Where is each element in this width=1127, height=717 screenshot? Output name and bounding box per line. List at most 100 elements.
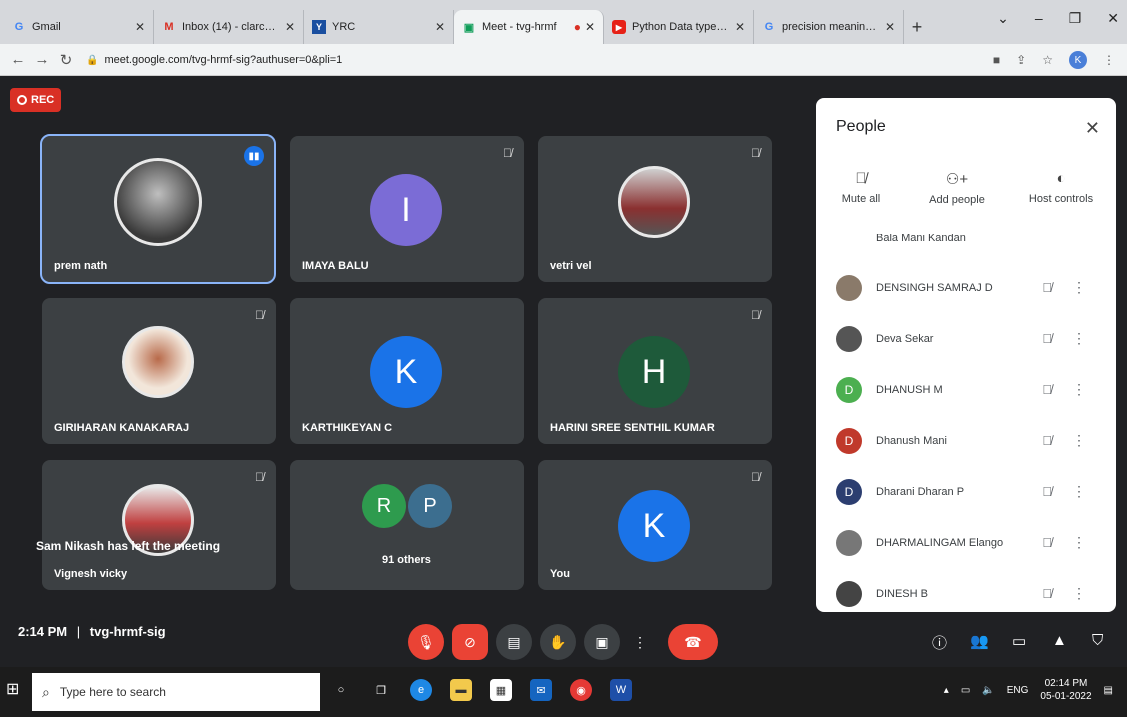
people-button[interactable]: 👥 xyxy=(970,632,989,650)
more-vert-icon[interactable]: ⋮ xyxy=(1072,483,1086,500)
store-icon[interactable]: ▦ xyxy=(490,679,512,701)
partial-list-item[interactable]: Bala Mani Kandan xyxy=(836,234,1096,246)
menu-kebab-icon[interactable]: ⋮ xyxy=(1103,53,1115,67)
restore-button[interactable]: ❐ xyxy=(1069,10,1082,27)
clock[interactable]: 02:14 PM 05-01-2022 xyxy=(1040,677,1091,703)
list-item[interactable]: Deva Sekar 🎙̸ ⋮ xyxy=(816,313,1116,364)
task-view-icon[interactable]: ❐ xyxy=(370,679,392,701)
word-icon[interactable]: W xyxy=(610,679,632,701)
tab-yrc[interactable]: Y YRC ✕ xyxy=(304,10,454,44)
language-indicator[interactable]: ENG xyxy=(1007,685,1029,696)
list-item[interactable]: D DHANUSH M 🎙̸ ⋮ xyxy=(816,364,1116,415)
participant-avatar: H xyxy=(618,336,690,408)
more-vert-icon[interactable]: ⋮ xyxy=(1072,279,1086,296)
host-controls-button[interactable]: ⛉ xyxy=(1092,632,1103,649)
more-vert-icon: ⋮ xyxy=(633,633,647,650)
cortana-icon[interactable]: ○ xyxy=(330,679,352,701)
participant-tile[interactable]: K KARTHIKEYAN C xyxy=(290,298,524,444)
participant-tile[interactable]: I 🎙̸ IMAYA BALU xyxy=(290,136,524,282)
mic-toggle-button[interactable]: 🎙 xyxy=(408,624,444,660)
close-panel-button[interactable]: ✕ xyxy=(1085,118,1100,139)
list-item[interactable]: DINESH B 🎙̸ ⋮ xyxy=(816,568,1116,612)
forward-button[interactable]: → xyxy=(30,51,54,68)
notification-icon[interactable]: ▤ xyxy=(1104,685,1113,696)
camera-toggle-button[interactable]: ⊘ xyxy=(452,624,488,660)
participant-tile[interactable]: ▮▮ prem nath xyxy=(40,134,276,284)
chrome-icon[interactable]: ◉ xyxy=(570,679,592,701)
participant-tile[interactable]: 🎙̸ GIRIHARAN KANAKARAJ xyxy=(42,298,276,444)
participant-avatar: K xyxy=(370,336,442,408)
more-vert-icon[interactable]: ⋮ xyxy=(1072,585,1086,602)
mic-off-icon: 🎙̸ xyxy=(751,470,760,484)
hand-icon: ✋ xyxy=(549,633,567,650)
profile-avatar[interactable]: K xyxy=(1069,51,1087,69)
people-icon: 👥 xyxy=(970,633,989,650)
tab-meet[interactable]: ▣ Meet - tvg-hrmf ● ✕ xyxy=(454,10,604,44)
network-icon[interactable]: ▭ xyxy=(961,685,970,696)
windows-start-icon[interactable]: ⊞ xyxy=(6,679,19,699)
close-tab-icon[interactable]: ✕ xyxy=(735,20,745,34)
tab-precision[interactable]: G precision meaning in ✕ xyxy=(754,10,904,44)
more-vert-icon[interactable]: ⋮ xyxy=(1072,381,1086,398)
new-tab-button[interactable]: + xyxy=(904,10,930,44)
meeting-details-button[interactable]: ⓘ xyxy=(932,632,947,653)
edge-icon[interactable]: e xyxy=(410,679,432,701)
list-item[interactable]: D Dharani Dharan P 🎙̸ ⋮ xyxy=(816,466,1116,517)
list-item[interactable]: D Dhanush Mani 🎙̸ ⋮ xyxy=(816,415,1116,466)
captions-button[interactable]: ▤ xyxy=(496,624,532,660)
participant-tile[interactable]: H 🎙̸ HARINI SREE SENTHIL KUMAR xyxy=(538,298,772,444)
present-button[interactable]: ▣ xyxy=(584,624,620,660)
more-vert-icon[interactable]: ⋮ xyxy=(1072,534,1086,551)
mic-off-icon: 🎙̸ xyxy=(1042,331,1052,346)
window-controls: ⌄ – ❐ ✕ xyxy=(997,10,1119,27)
mic-off-icon: 🎙̸ xyxy=(255,308,264,322)
tab-inbox[interactable]: M Inbox (14) - clarchilk ✕ xyxy=(154,10,304,44)
mic-off-icon: 🎙̸ xyxy=(1042,382,1052,397)
clock-date: 05-01-2022 xyxy=(1040,691,1092,702)
raise-hand-button[interactable]: ✋ xyxy=(540,624,576,660)
host-controls-button[interactable]: ◐ Host controls xyxy=(1016,170,1106,205)
bookmark-star-icon[interactable]: ☆ xyxy=(1042,53,1053,67)
close-window-button[interactable]: ✕ xyxy=(1107,10,1119,27)
close-tab-icon[interactable]: ✕ xyxy=(885,20,895,34)
mic-off-icon: 🎙̸ xyxy=(751,146,760,160)
minimize-button[interactable]: – xyxy=(1035,10,1043,27)
more-vert-icon[interactable]: ⋮ xyxy=(1072,432,1086,449)
mute-all-button[interactable]: 🎙̸ Mute all xyxy=(816,170,906,205)
volume-icon[interactable]: 🔈 xyxy=(982,685,994,696)
more-vert-icon[interactable]: ⋮ xyxy=(1072,330,1086,347)
info-icon: ⓘ xyxy=(932,635,948,652)
self-tile[interactable]: K 🎙̸ You xyxy=(538,460,772,590)
back-button[interactable]: ← xyxy=(6,51,30,68)
file-explorer-icon[interactable]: ▬ xyxy=(450,679,472,701)
reload-button[interactable]: ↻ xyxy=(54,51,78,69)
yrc-icon: Y xyxy=(312,20,326,34)
close-tab-icon[interactable]: ✕ xyxy=(435,20,445,34)
leave-call-button[interactable]: ☎ xyxy=(668,624,718,660)
tab-search-icon[interactable]: ⌄ xyxy=(997,10,1009,27)
list-item[interactable]: DENSINGH SAMRAJ D 🎙̸ ⋮ xyxy=(816,262,1116,313)
tab-gmail[interactable]: G Gmail ✕ xyxy=(4,10,154,44)
url-field[interactable]: 🔒 meet.google.com/tvg-hrmf-sig?authuser=0… xyxy=(86,54,342,66)
tray-arrow-icon[interactable]: ▴ xyxy=(944,685,949,696)
close-tab-icon[interactable]: ✕ xyxy=(585,20,595,34)
participant-tile[interactable]: R P 91 others xyxy=(290,460,524,590)
close-tab-icon[interactable]: ✕ xyxy=(135,20,145,34)
mic-off-icon: 🎙̸ xyxy=(751,308,760,322)
list-item[interactable]: DHARMALINGAM Elango 🎙̸ ⋮ xyxy=(816,517,1116,568)
activities-button[interactable]: ▲ xyxy=(1052,632,1067,649)
camera-icon[interactable]: ■ xyxy=(993,53,1000,67)
participant-tile[interactable]: 🎙̸ Vignesh vicky xyxy=(42,460,276,590)
present-icon: ▣ xyxy=(595,633,609,650)
participant-tile[interactable]: 🎙̸ vetri vel xyxy=(538,136,772,282)
share-icon[interactable]: ⇪ xyxy=(1016,53,1026,67)
close-tab-icon[interactable]: ✕ xyxy=(285,20,295,34)
taskbar-search[interactable]: ⌕ Type here to search xyxy=(32,673,320,711)
mail-icon[interactable]: ✉ xyxy=(530,679,552,701)
participant-name: GIRIHARAN KANAKARAJ xyxy=(54,422,190,434)
chat-button[interactable]: ▭ xyxy=(1012,632,1026,650)
add-people-button[interactable]: ⚇+ Add people xyxy=(912,170,1002,206)
mic-off-icon: 🎙̸ xyxy=(1042,535,1052,550)
more-options-button[interactable]: ⋮ xyxy=(628,624,652,660)
tab-python[interactable]: ▶ Python Data types | i ✕ xyxy=(604,10,754,44)
